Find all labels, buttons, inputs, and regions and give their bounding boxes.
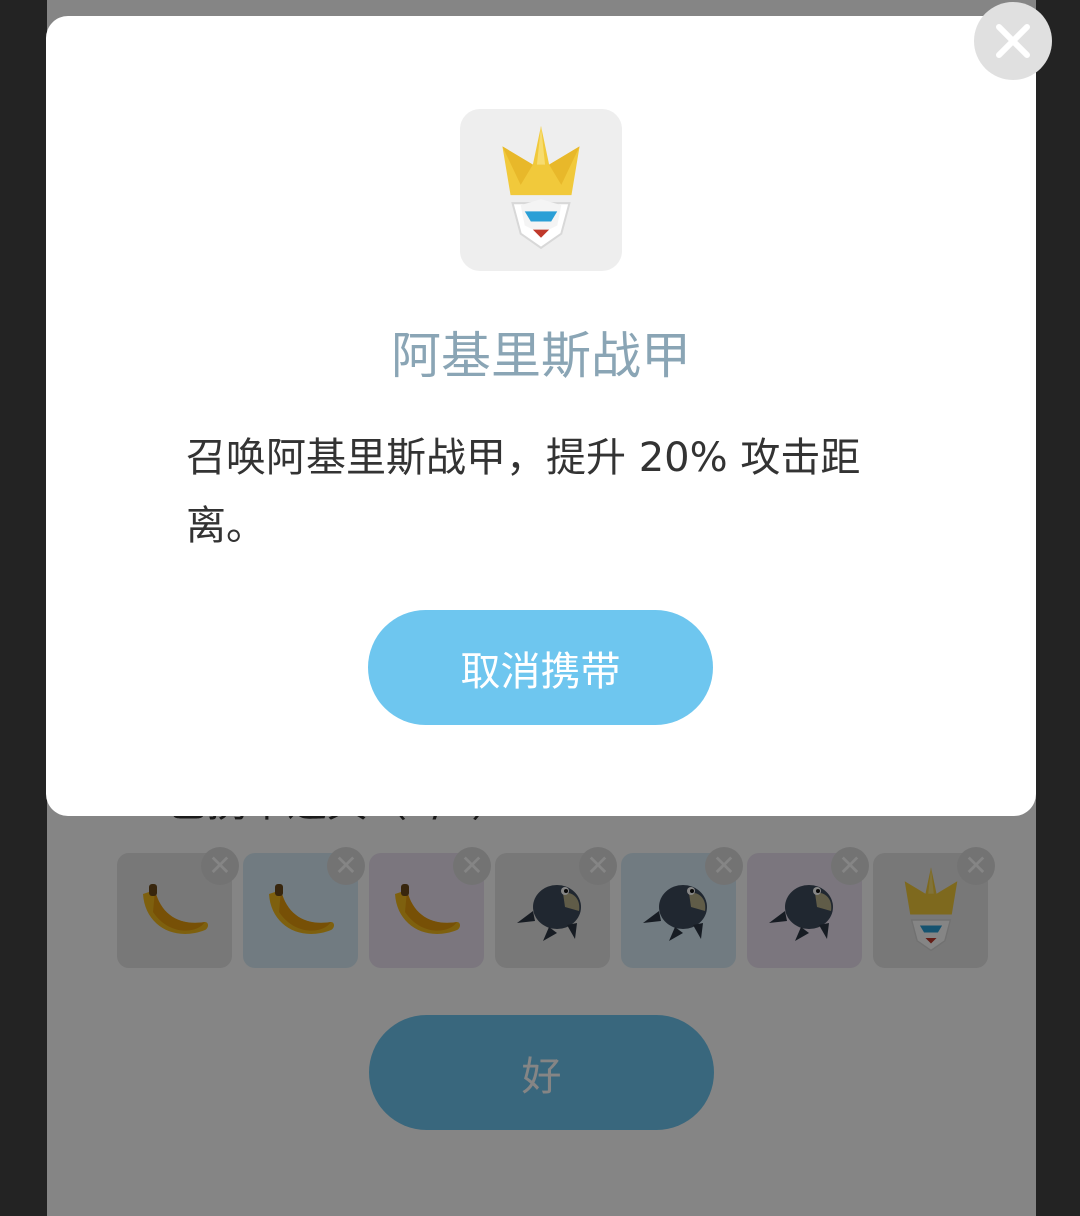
item-description: 召唤阿基里斯战甲，提升 20% 攻击距离。 xyxy=(186,435,861,549)
item-title: 阿基里斯战甲 xyxy=(391,327,691,385)
close-icon xyxy=(996,24,1030,58)
item-detail-dialog: 阿基里斯战甲 召唤阿基里斯战甲，提升 20% 攻击距离。 取消携带 xyxy=(46,16,1036,816)
cancel-carry-button[interactable]: 取消携带 xyxy=(368,610,713,725)
close-button[interactable] xyxy=(974,2,1052,80)
item-icon-box xyxy=(460,109,622,271)
achilles-armor-icon xyxy=(502,126,580,250)
